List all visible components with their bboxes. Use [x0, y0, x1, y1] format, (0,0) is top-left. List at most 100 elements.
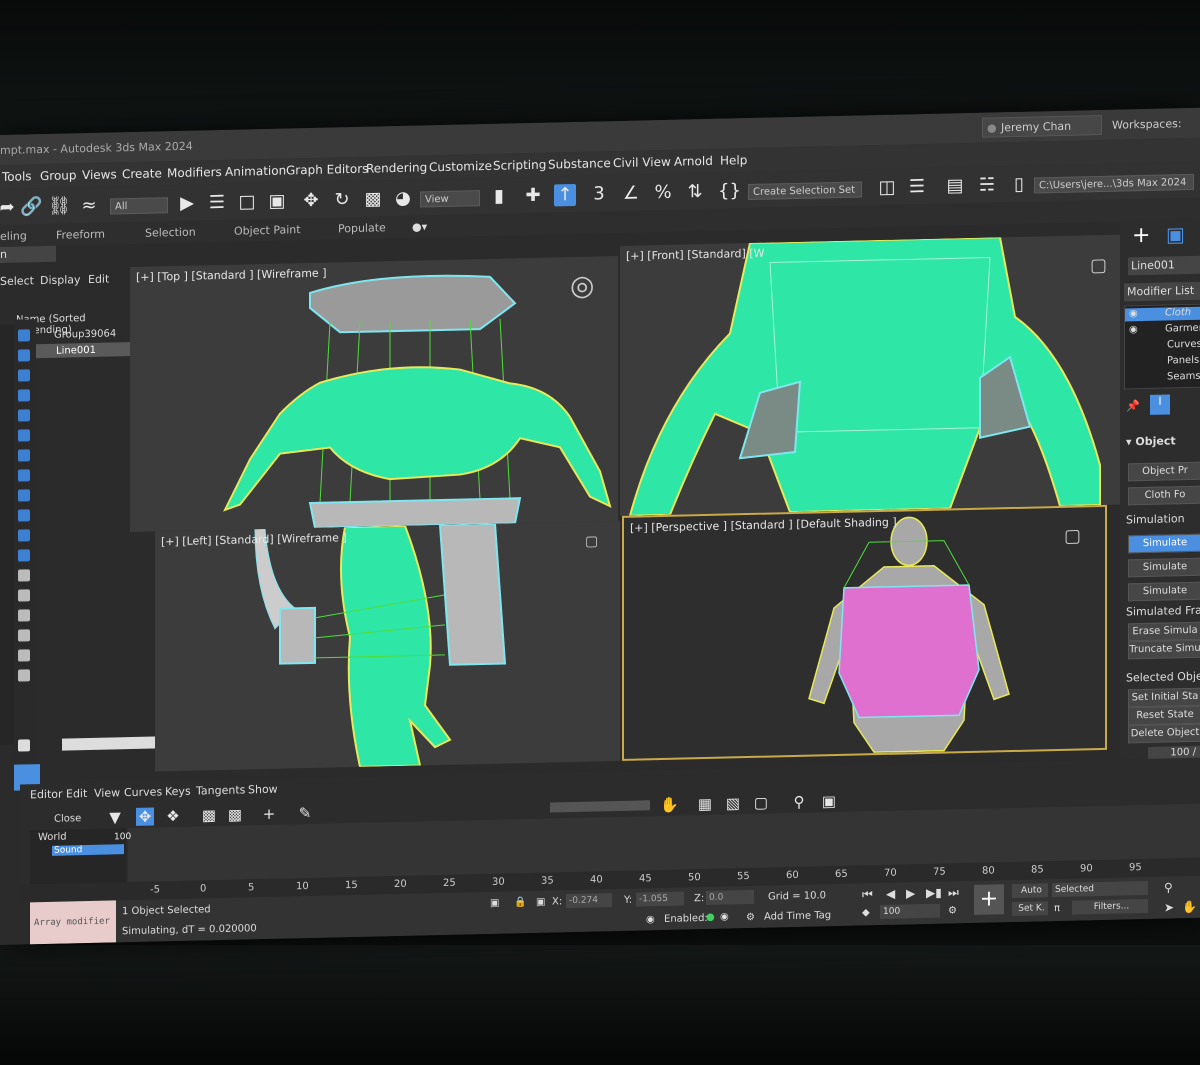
- reference-coordinate-dropdown[interactable]: View: [420, 190, 480, 208]
- menu-tools[interactable]: Tools: [2, 169, 32, 184]
- isolate-selection-icon[interactable]: ▣: [490, 898, 499, 909]
- ribbon-tab-selection[interactable]: Selection: [145, 226, 196, 240]
- menu-graph-editors[interactable]: Graph Editors: [286, 162, 368, 178]
- simulate-local-button[interactable]: Simulate Local: [1128, 557, 1200, 578]
- scene-menu-display[interactable]: Display: [40, 273, 81, 287]
- filter-xrefs-icon[interactable]: [18, 469, 30, 482]
- next-frame-icon[interactable]: ▶▮: [926, 886, 942, 900]
- y-coordinate-field[interactable]: -1.055: [636, 891, 684, 907]
- frame-horizontal-icon[interactable]: ▦: [696, 795, 714, 813]
- select-manipulate-icon[interactable]: ✚: [522, 185, 544, 207]
- filter-containers-icon[interactable]: [18, 509, 30, 522]
- filter-helpers-icon[interactable]: [18, 409, 30, 422]
- set-key-button[interactable]: Set K.: [1012, 901, 1048, 917]
- filter-funnel-icon[interactable]: [18, 629, 30, 642]
- viewport-left[interactable]: [+] [Left] [Standard] [Wireframe ] ▢: [155, 520, 620, 772]
- play-icon[interactable]: ▶: [906, 886, 915, 900]
- scene-menu-edit[interactable]: Edit: [88, 273, 109, 286]
- timetag-icon[interactable]: ⚙: [746, 912, 755, 923]
- curve-editor-close[interactable]: Close: [54, 813, 81, 825]
- zoom-icon[interactable]: ⚲: [790, 793, 808, 811]
- cloth-forces-button[interactable]: Cloth Fo: [1128, 485, 1200, 506]
- percent-snap-icon[interactable]: %: [652, 182, 674, 204]
- current-frame-field[interactable]: 100: [880, 903, 940, 920]
- scene-item-line[interactable]: Line001: [56, 345, 96, 357]
- viewcube-icon[interactable]: ◎: [570, 269, 594, 303]
- bind-spacewarp-icon[interactable]: ≈: [78, 195, 100, 217]
- menu-modifiers[interactable]: Modifiers: [167, 165, 222, 180]
- eye-icon[interactable]: ◉: [1129, 308, 1138, 319]
- set-key-icon[interactable]: +: [974, 884, 1004, 915]
- key-filter-icon[interactable]: π: [1054, 903, 1060, 914]
- x-coordinate-field[interactable]: -0.274: [566, 893, 612, 909]
- menu-group[interactable]: Group: [40, 168, 77, 183]
- snaps-toggle-icon[interactable]: 3: [588, 183, 610, 205]
- menu-civil-view[interactable]: Civil View: [613, 155, 671, 170]
- scene-explorer-scrollbar[interactable]: [62, 736, 170, 751]
- curve-menu-editor[interactable]: Editor: [30, 788, 63, 802]
- scene-menu-select[interactable]: Select: [0, 274, 34, 288]
- spinner-snap-icon[interactable]: ⇅: [684, 181, 706, 203]
- edit-named-selection-icon[interactable]: {}: [718, 180, 741, 202]
- lock-selection-icon[interactable]: 🔒: [514, 897, 526, 908]
- viewport-top[interactable]: [+] [Top ] [Standard ] [Wireframe ] ◎: [130, 255, 618, 533]
- zoom-icon[interactable]: ⚲: [1164, 880, 1173, 894]
- filter-shapes-icon[interactable]: [18, 349, 30, 362]
- project-folder-dropdown[interactable]: C:\Users\jere...\3ds Max 2024: [1034, 173, 1194, 194]
- curve-menu-curves[interactable]: Curves: [124, 785, 162, 799]
- named-selection-set-dropdown[interactable]: Create Selection Set: [748, 181, 862, 201]
- filter-groups-icon[interactable]: [18, 449, 30, 462]
- move-icon[interactable]: ✥: [300, 190, 322, 212]
- z-coordinate-field[interactable]: 0.0: [706, 889, 754, 905]
- delete-object-cache-button[interactable]: Delete Object C: [1128, 723, 1200, 744]
- move-keys-icon[interactable]: ✥: [136, 807, 154, 826]
- ribbon-panel-polygon-modeling[interactable]: n Modeling: [0, 245, 56, 277]
- undo-icon[interactable]: ➦: [0, 197, 18, 219]
- viewcube-icon[interactable]: ▢: [1064, 525, 1081, 546]
- auto-key-button[interactable]: Auto: [1012, 883, 1048, 899]
- scale-values-icon[interactable]: ▩: [226, 805, 244, 824]
- mirror-icon[interactable]: ◫: [876, 177, 898, 199]
- rollout-object-header[interactable]: ▾ Object: [1126, 434, 1200, 448]
- selection-filter-dropdown[interactable]: All: [110, 197, 168, 215]
- filter-lights-icon[interactable]: [18, 369, 30, 382]
- curve-menu-view[interactable]: View: [94, 786, 120, 800]
- filter-options-icon[interactable]: [18, 649, 30, 662]
- place-icon[interactable]: ◕: [392, 188, 414, 210]
- menu-views[interactable]: Views: [82, 167, 117, 182]
- pan-icon[interactable]: ✋: [660, 796, 679, 814]
- simulate-button[interactable]: Simulate: [1128, 533, 1200, 554]
- ribbon-tab-populate[interactable]: Populate: [338, 221, 386, 235]
- find-icon[interactable]: [18, 669, 30, 682]
- previous-frame-icon[interactable]: ◀: [886, 887, 895, 901]
- zoom-region-icon[interactable]: ▣: [820, 792, 838, 810]
- menu-help[interactable]: Help: [720, 153, 747, 168]
- create-panel-icon[interactable]: +: [1132, 223, 1150, 248]
- select-by-name-icon[interactable]: ☰: [206, 192, 228, 214]
- pin-stack-icon[interactable]: 📌: [1126, 399, 1140, 412]
- absolute-mode-icon[interactable]: ▣: [536, 897, 545, 908]
- ribbon-tab-freeform[interactable]: Freeform: [56, 228, 105, 242]
- angle-snap-icon[interactable]: ∠: [620, 182, 642, 204]
- scale-keys-icon[interactable]: ▩: [200, 806, 218, 824]
- selected-keys-dropdown[interactable]: Selected: [1052, 880, 1148, 898]
- filter-spacewarps-icon[interactable]: [18, 429, 30, 442]
- user-account-dropdown[interactable]: ● Jeremy Chan: [982, 114, 1102, 138]
- curve-menu-show[interactable]: Show: [248, 783, 278, 797]
- key-filters-button[interactable]: Filters...: [1072, 898, 1148, 915]
- simulate-secondary-button[interactable]: Simulate: [1128, 581, 1200, 602]
- scale-icon[interactable]: ▩: [362, 188, 384, 210]
- modify-panel-icon[interactable]: ▣: [1166, 222, 1185, 246]
- enabled-indicator-icon[interactable]: ●: [706, 912, 715, 923]
- viewport-perspective[interactable]: [+] [Perspective ] [Standard ] [Default …: [622, 504, 1107, 761]
- filter-icon[interactable]: ▼: [106, 808, 124, 826]
- curve-slider[interactable]: [550, 800, 650, 813]
- select-object-icon[interactable]: ▶: [176, 193, 198, 215]
- menu-substance[interactable]: Substance: [548, 156, 611, 171]
- scene-explorer-icon[interactable]: ▤: [944, 175, 966, 197]
- stack-item-cloth[interactable]: Cloth: [1165, 307, 1191, 319]
- ribbon-options-icon[interactable]: ●▾: [412, 220, 427, 233]
- viewcube-icon[interactable]: ▢: [1090, 255, 1107, 276]
- orbit-icon[interactable]: ➤: [1164, 900, 1174, 914]
- tree-item-sound[interactable]: Sound: [52, 844, 124, 856]
